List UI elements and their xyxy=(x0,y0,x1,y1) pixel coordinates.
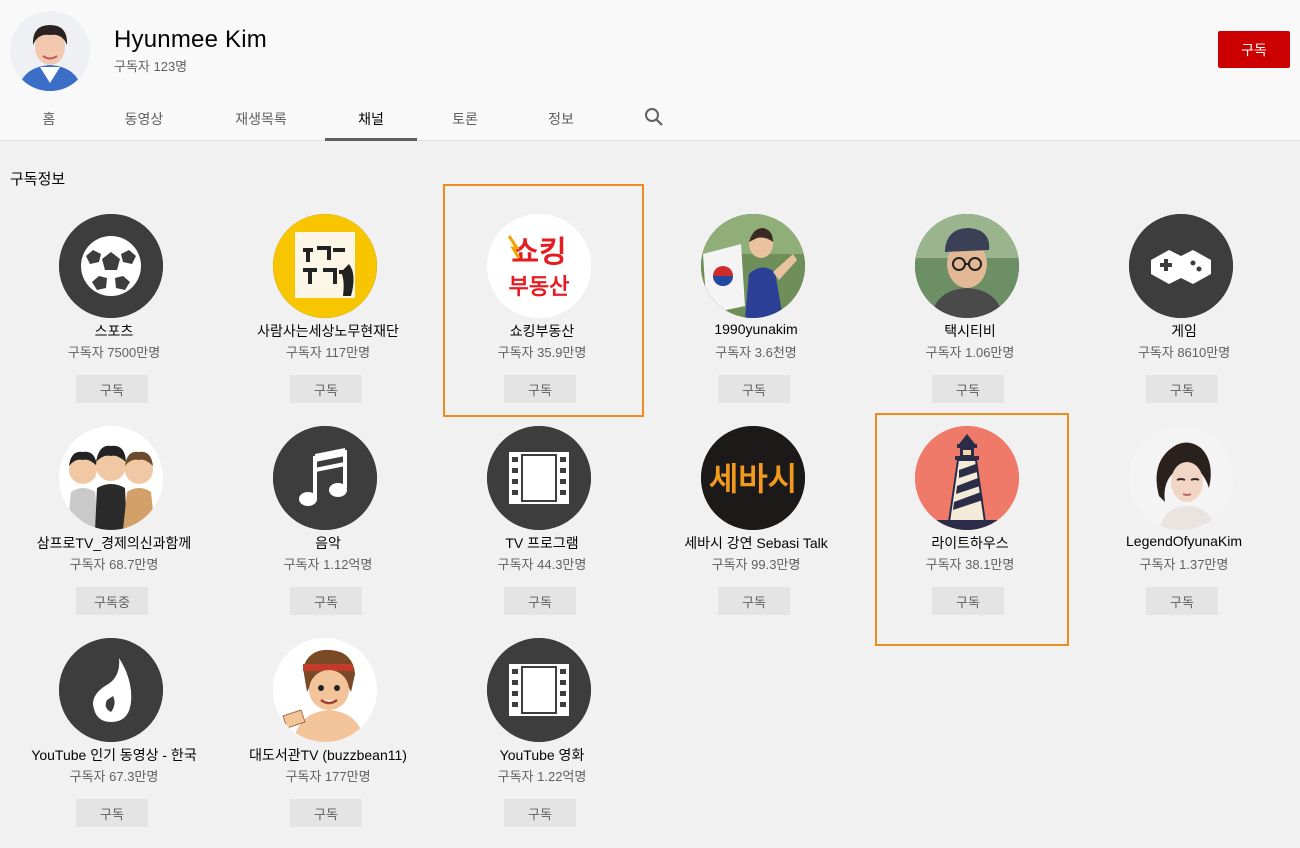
subscribe-button[interactable]: 구독 xyxy=(290,799,362,827)
tab-channels[interactable]: 채널 xyxy=(325,100,417,141)
section-title: 구독정보 xyxy=(10,171,66,188)
channel-subscriber-count: 구독자 1.22억명 xyxy=(497,769,587,784)
tab-about[interactable]: 정보 xyxy=(536,100,586,141)
subscribe-button[interactable]: 구독 xyxy=(76,375,148,403)
cartoon-avatar[interactable] xyxy=(273,638,377,742)
channel-name[interactable]: LegendOfyunaKim xyxy=(1077,533,1291,549)
subscribe-button[interactable]: 구독 xyxy=(932,375,1004,403)
music-note-icon[interactable] xyxy=(273,426,377,530)
channel-name[interactable]: 택시티비 xyxy=(863,321,1077,341)
person-photo[interactable] xyxy=(915,214,1019,318)
soccer-ball-icon[interactable] xyxy=(59,214,163,318)
channel-card: 1990yunakim 구독자 3.6천명 구독 xyxy=(649,214,863,424)
channel-card: 음악 구독자 1.12억명 구독 xyxy=(221,426,435,636)
channel-header: Hyunmee Kim 구독자 123명 구독 홈 동영상 재생목록 채널 토론… xyxy=(0,0,1300,141)
subscribe-button[interactable]: 구독 xyxy=(1146,587,1218,615)
channel-subscriber-count: 구독자 123명 xyxy=(114,59,188,74)
channel-card: 택시티비 구독자 1.06만명 구독 xyxy=(863,214,1077,424)
channel-card: 사람사는세상노무현재단 구독자 117만명 구독 xyxy=(221,214,435,424)
channel-subscriber-count: 구독자 177만명 xyxy=(285,769,371,784)
channel-subscriber-count: 구독자 117만명 xyxy=(285,345,371,360)
channel-card: 세바시 세바시 강연 Sebasi Talk 구독자 99.3만명 구독 xyxy=(649,426,863,636)
tab-playlists[interactable]: 재생목록 xyxy=(220,100,302,141)
highlight-box xyxy=(443,184,644,417)
channel-subscriber-count: 구독자 1.12억명 xyxy=(283,557,373,572)
subscribe-button[interactable]: 구독 xyxy=(1146,375,1218,403)
channel-subscriber-count: 구독자 99.3만명 xyxy=(711,557,801,572)
channel-subscriber-count: 구독자 68.7만명 xyxy=(69,557,159,572)
channel-name[interactable]: 사람사는세상노무현재단 xyxy=(221,321,435,341)
channel-name[interactable]: 스포츠 xyxy=(7,321,221,341)
skater-photo[interactable] xyxy=(701,214,805,318)
channel-name[interactable]: YouTube 영화 xyxy=(435,745,649,765)
tab-discussion[interactable]: 토론 xyxy=(440,100,490,141)
gamepad-icon[interactable] xyxy=(1129,214,1233,318)
film-strip-icon[interactable] xyxy=(487,638,591,742)
logo-text: 세바시 xyxy=(709,460,797,498)
channel-subscriber-count: 구독자 1.37만명 xyxy=(1139,557,1229,572)
highlight-box xyxy=(875,413,1069,646)
channel-name[interactable]: 음악 xyxy=(221,533,435,553)
subscribe-button[interactable]: 구독 xyxy=(718,375,790,403)
search-icon[interactable] xyxy=(643,106,665,128)
channel-card: YouTube 영화 구독자 1.22억명 구독 xyxy=(435,638,649,848)
subscribe-button[interactable]: 구독 xyxy=(290,587,362,615)
channel-subscriber-count: 구독자 44.3만명 xyxy=(497,557,587,572)
channel-name[interactable]: YouTube 인기 동영상 - 한국 xyxy=(7,745,221,765)
channel-title: Hyunmee Kim xyxy=(114,26,267,53)
channel-card: 스포츠 구독자 7500만명 구독 xyxy=(7,214,221,424)
channel-name[interactable]: 1990yunakim xyxy=(649,321,863,337)
tab-home[interactable]: 홈 xyxy=(26,100,72,141)
channel-subscriber-count: 구독자 67.3만명 xyxy=(69,769,159,784)
channel-name[interactable]: 세바시 강연 Sebasi Talk xyxy=(649,533,863,553)
channel-card: LegendOfyunaKim 구독자 1.37만명 구독 xyxy=(1077,426,1291,636)
tab-videos[interactable]: 동영상 xyxy=(110,100,178,141)
channel-card: 대도서관TV (buzzbean11) 구독자 177만명 구독 xyxy=(221,638,435,848)
channel-name[interactable]: 삼프로TV_경제의신과함께 xyxy=(7,533,221,553)
channel-subscriber-count: 구독자 7500만명 xyxy=(67,345,161,360)
channel-card: 삼프로TV_경제의신과함께 구독자 68.7만명 구독중 xyxy=(7,426,221,636)
sebasi-logo[interactable]: 세바시 xyxy=(701,426,805,530)
subscribe-button[interactable]: 구독 xyxy=(718,587,790,615)
subscribe-button[interactable]: 구독 xyxy=(504,799,576,827)
subscribe-button[interactable]: 구독 xyxy=(1218,31,1290,68)
subscribe-button[interactable]: 구독 xyxy=(290,375,362,403)
channel-card: TV 프로그램 구독자 44.3만명 구독 xyxy=(435,426,649,636)
channel-subscriber-count: 구독자 3.6천명 xyxy=(715,345,797,360)
channel-name[interactable]: 게임 xyxy=(1077,321,1291,341)
channel-name[interactable]: TV 프로그램 xyxy=(435,533,649,553)
portrait-photo[interactable] xyxy=(1129,426,1233,530)
channel-subscriber-count: 구독자 1.06만명 xyxy=(925,345,1015,360)
channel-name[interactable]: 대도서관TV (buzzbean11) xyxy=(221,745,435,765)
cartoon-hosts-avatar[interactable] xyxy=(59,426,163,530)
subscribe-button[interactable]: 구독 xyxy=(504,587,576,615)
foundation-logo[interactable] xyxy=(273,214,377,318)
channel-card: YouTube 인기 동영상 - 한국 구독자 67.3만명 구독 xyxy=(7,638,221,848)
subscribed-button[interactable]: 구독중 xyxy=(76,587,148,615)
film-strip-icon[interactable] xyxy=(487,426,591,530)
channel-subscriber-count: 구독자 8610만명 xyxy=(1137,345,1231,360)
trending-flame-icon[interactable] xyxy=(59,638,163,742)
channel-avatar[interactable] xyxy=(10,11,90,91)
channel-card: 게임 구독자 8610만명 구독 xyxy=(1077,214,1291,424)
subscribe-button[interactable]: 구독 xyxy=(76,799,148,827)
